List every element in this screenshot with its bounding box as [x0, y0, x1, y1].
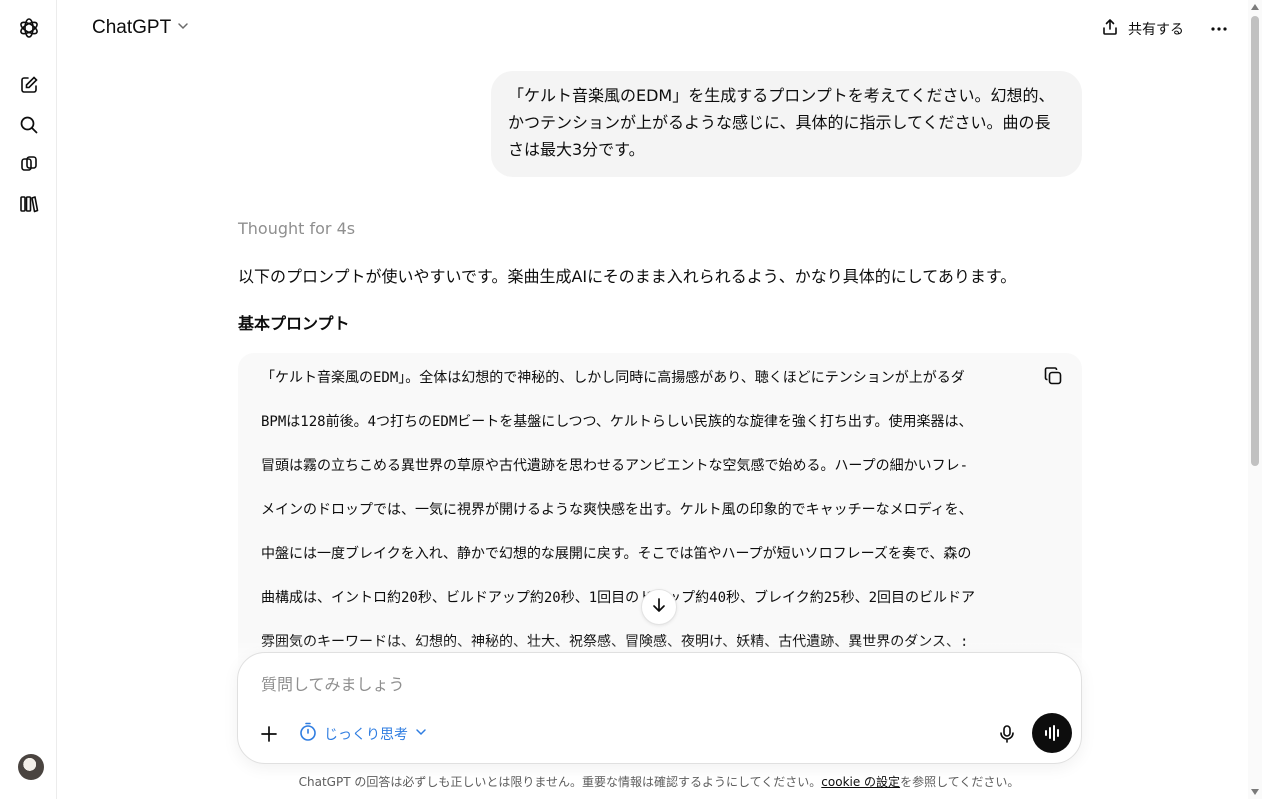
voice-mode-icon[interactable]: [1032, 713, 1072, 753]
code-line: 中盤には一度ブレイクを入れ、静かで幻想的な展開に戻す。そこでは笛やハープが短いソ…: [261, 546, 972, 562]
share-label: 共有する: [1128, 22, 1184, 38]
openai-logo-icon[interactable]: [16, 15, 42, 41]
chevron-down-icon: [176, 17, 190, 39]
copy-icon[interactable]: [1041, 364, 1065, 388]
page-scrollbar[interactable]: [1248, 0, 1262, 799]
prompt-input[interactable]: [261, 670, 1041, 698]
more-icon[interactable]: [1207, 17, 1231, 41]
code-line: 「ケルト音楽風のEDM」。全体は幻想的で神秘的、しかし同時に高揚感があり、聴くほ…: [261, 370, 965, 386]
scroll-up-arrow[interactable]: [1251, 4, 1259, 10]
model-title-label: ChatGPT: [92, 17, 172, 38]
code-line: メインのドロップでは、一気に視界が開けるような爽快感を出す。ケルト風の印象的でキ…: [261, 502, 973, 518]
scroll-down-arrow[interactable]: [1251, 789, 1259, 795]
model-selector[interactable]: ChatGPT: [92, 17, 190, 39]
thought-toggle[interactable]: Thought for 4s: [238, 219, 355, 238]
scroll-to-bottom-button[interactable]: [641, 589, 677, 625]
arrow-down-icon: [650, 596, 668, 618]
composer: じっくり思考: [237, 652, 1082, 764]
think-mode-button[interactable]: じっくり思考: [298, 721, 428, 747]
new-chat-icon[interactable]: [16, 72, 42, 98]
code-line: 冒頭は霧の立ちこめる異世界の草原や古代遺跡を思わせるアンビエントな空気感で始める…: [261, 458, 969, 474]
cookie-settings-link[interactable]: cookie の設定: [821, 775, 900, 789]
scroll-thumb[interactable]: [1251, 16, 1259, 466]
chevron-down-icon: [414, 725, 428, 743]
think-mode-label: じっくり思考: [324, 727, 408, 743]
timer-icon: [298, 722, 318, 746]
top-header: ChatGPT 共有する: [57, 0, 1248, 58]
footer-text: ChatGPT の回答は必ずしも正しいとは限りません。重要な情報は確認するように…: [298, 775, 822, 789]
search-icon[interactable]: [16, 112, 42, 138]
footer-disclaimer: ChatGPT の回答は必ずしも正しいとは限りません。重要な情報は確認するように…: [0, 773, 1262, 790]
share-button[interactable]: 共有する: [1101, 16, 1184, 42]
library-icon[interactable]: [16, 191, 42, 217]
user-message: 「ケルト音楽風のEDM」を生成するプロンプトを考えてください。幻想的、かつテンシ…: [491, 71, 1082, 177]
assistant-intro: 以下のプロンプトが使いやすいです。楽曲生成AIにそのまま入れられるよう、かなり具…: [238, 267, 1017, 286]
code-block: 「ケルト音楽風のEDM」。全体は幻想的で神秘的、しかし同時に高揚感があり、聴くほ…: [238, 353, 1082, 683]
mic-icon[interactable]: [994, 721, 1020, 747]
section-heading: 基本プロンプト: [238, 314, 350, 333]
footer-text-after: を参照してください。: [900, 775, 1020, 789]
gpts-icon[interactable]: [16, 151, 42, 177]
plus-icon[interactable]: [256, 721, 282, 747]
sidebar-rail: [0, 0, 57, 799]
share-icon: [1101, 18, 1119, 40]
code-line: BPMは128前後。4つ打ちのEDMビートを基盤にしつつ、ケルトらしい民族的な旋…: [261, 414, 973, 430]
